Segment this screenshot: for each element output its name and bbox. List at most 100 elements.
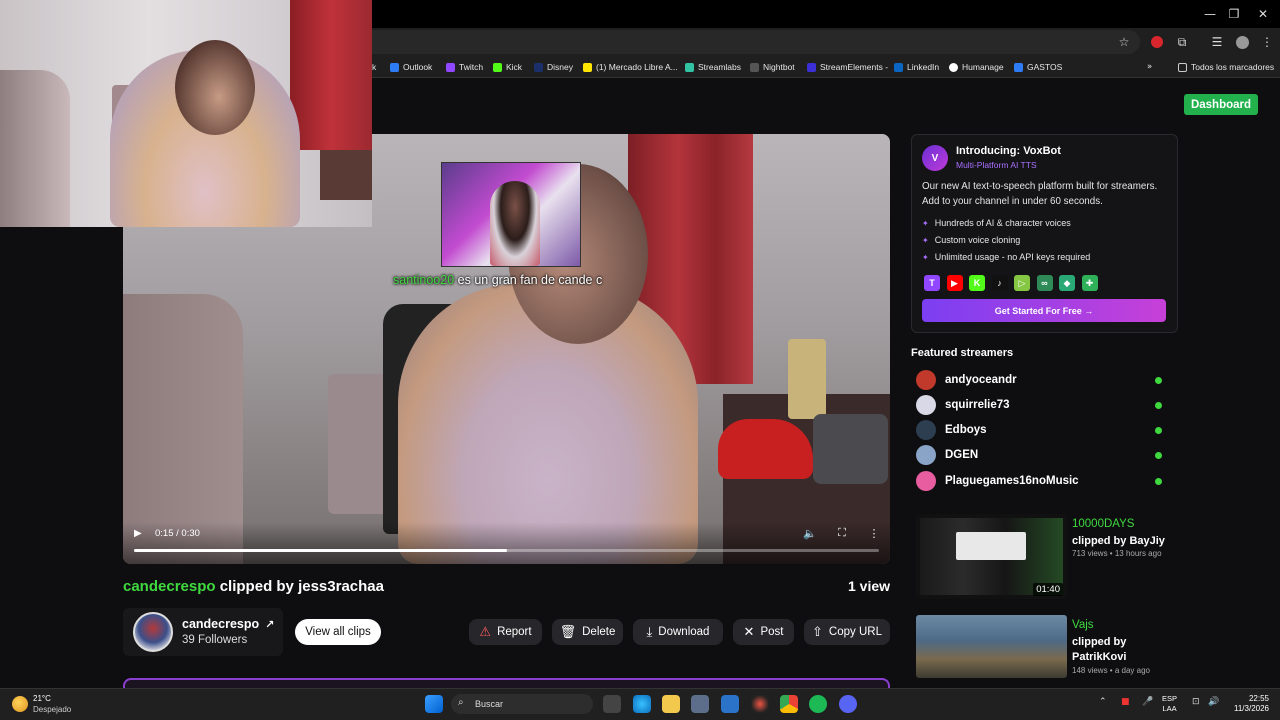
avatar: [916, 370, 936, 390]
all-bookmarks[interactable]: Todos los marcadores: [1178, 60, 1274, 74]
video-controls: [123, 522, 890, 564]
task-view-icon[interactable]: [603, 695, 621, 713]
address-bar[interactable]: [300, 30, 1140, 54]
network-icon[interactable]: ⊡: [1192, 697, 1200, 707]
featured-streamer-row[interactable]: Edboys: [916, 420, 1166, 440]
humanage-icon: [949, 62, 958, 72]
taskbar-search[interactable]: ⌕ Buscar: [451, 694, 593, 714]
bookmark-disney[interactable]: Disney: [534, 60, 573, 74]
share-icon: ⇧: [812, 624, 823, 640]
bookmark-twitch[interactable]: Twitch: [446, 60, 483, 74]
nightbot-icon: [750, 62, 759, 72]
delete-button[interactable]: 🗑 Delete: [552, 619, 623, 645]
featured-streamer-row[interactable]: Plaguegames16noMusic: [916, 471, 1166, 491]
avatar[interactable]: [133, 612, 173, 652]
windows-start-icon[interactable]: [425, 695, 443, 713]
microphone-icon[interactable]: 🎤: [1142, 697, 1153, 707]
related-clip-thumbnail[interactable]: 01:40: [916, 514, 1067, 599]
streamer-name[interactable]: DGEN: [945, 449, 1155, 461]
profile-avatar-icon[interactable]: [1233, 33, 1251, 51]
streamer-name[interactable]: Edboys: [945, 424, 1155, 436]
featured-streamers-heading: Featured streamers: [911, 347, 1014, 359]
kick-icon: [493, 62, 502, 72]
promo-feature: ✦ Custom voice cloning: [922, 235, 1021, 245]
rumble-icon: ▷: [1014, 275, 1030, 291]
link-icon: ∞: [1036, 275, 1053, 291]
get-started-button[interactable]: Get Started For Free →: [922, 299, 1166, 322]
video-more-icon[interactable]: ⋮: [867, 526, 881, 540]
related-clip-meta: 148 views • a day ago: [1072, 666, 1150, 675]
bookmark-streamlabs[interactable]: Streamlabs: [685, 60, 741, 74]
streamlabs-icon: [685, 62, 694, 72]
dashboard-button[interactable]: Dashboard: [1184, 94, 1258, 115]
bookmark-mercadolibre[interactable]: (1) Mercado Libre A...: [583, 60, 678, 74]
volume-tray-icon[interactable]: 🔊: [1208, 697, 1219, 707]
twitch-icon: [446, 62, 455, 72]
video-progress-bar[interactable]: [134, 549, 879, 552]
bookmark-outlook[interactable]: Outlook: [390, 60, 432, 74]
clip-clipped-by: clipped by jess3rachaa: [219, 578, 384, 595]
streamer-name[interactable]: Plaguegames16noMusic: [945, 475, 1155, 487]
chrome-icon[interactable]: [780, 695, 798, 713]
related-clip-clipper: clipped by BayJiy: [1072, 535, 1165, 547]
edge-icon[interactable]: [633, 695, 651, 713]
calculator-icon[interactable]: [691, 695, 709, 713]
more-vertical-icon[interactable]: ⋮: [1258, 33, 1276, 51]
bookmark-linkedin[interactable]: LinkedIn: [894, 60, 939, 74]
download-button[interactable]: ⤓ Download: [633, 619, 723, 645]
play-icon[interactable]: ▶: [134, 528, 146, 540]
file-explorer-icon[interactable]: [662, 695, 680, 713]
featured-streamer-row[interactable]: squirrelie73: [916, 395, 1166, 415]
streamer-name[interactable]: squirrelie73: [945, 399, 1155, 411]
spotify-icon[interactable]: [809, 695, 827, 713]
live-status-icon: [1155, 477, 1162, 485]
volume-icon[interactable]: 🔈: [803, 526, 817, 540]
disney-icon: [534, 62, 543, 72]
more-bookmarks-icon[interactable]: »: [1147, 60, 1152, 74]
video-time: 0:15 / 0:30: [155, 528, 200, 539]
streamer-name[interactable]: andyoceandr: [945, 374, 1155, 386]
copy-url-button[interactable]: ⇧ Copy URL: [804, 619, 890, 645]
menu-list-icon[interactable]: ☰: [1208, 33, 1226, 51]
bookmark-nightbot[interactable]: Nightbot: [750, 60, 795, 74]
promo-feature: ✦ Unlimited usage - no API keys required: [922, 252, 1091, 262]
promo-feature: ✦ Hundreds of AI & character voices: [922, 218, 1071, 228]
folder-icon: [1178, 62, 1187, 72]
star-icon[interactable]: ☆: [1115, 33, 1133, 51]
view-all-clips-button[interactable]: View all clips: [295, 619, 381, 645]
related-clip-thumbnail[interactable]: [916, 615, 1067, 678]
clip-streamer-link[interactable]: candecrespo: [123, 578, 216, 595]
snipping-tool-icon[interactable]: [721, 695, 739, 713]
discord-icon[interactable]: [839, 695, 857, 713]
linkedin-icon: [894, 62, 903, 72]
fullscreen-icon[interactable]: ⛶: [835, 526, 849, 540]
extension-red-icon[interactable]: [1148, 33, 1166, 51]
tray-overflow-icon[interactable]: ⌃: [1099, 697, 1107, 707]
avatar: [916, 471, 936, 491]
related-clip-streamer[interactable]: Vajs: [1072, 619, 1094, 631]
system-clock[interactable]: 22:55 11/3/2026: [1225, 694, 1269, 714]
featured-streamer-row[interactable]: DGEN: [916, 445, 1166, 465]
related-clip-streamer[interactable]: 10000DAYS: [1072, 518, 1134, 530]
trash-icon: 🗑: [559, 624, 577, 640]
bookmark-streamelements[interactable]: StreamElements -: [807, 60, 888, 74]
tray-app-icon[interactable]: ■: [1121, 697, 1130, 707]
extensions-icon[interactable]: ⧉: [1173, 33, 1191, 51]
language-indicator[interactable]: ESP LAA: [1162, 694, 1177, 714]
bookmark-humanage[interactable]: Humanage: [949, 60, 1004, 74]
weather-temperature: 21°C: [33, 694, 51, 703]
avatar: [916, 445, 936, 465]
report-button[interactable]: ⚠ Report: [469, 619, 542, 645]
close-icon[interactable]: ✕: [1246, 0, 1280, 28]
bookmark-item[interactable]: k: [372, 60, 376, 74]
clip-title: candecrespo clipped by jess3rachaa: [123, 578, 384, 595]
post-button[interactable]: ✕ Post: [733, 619, 794, 645]
external-link-icon: ↗: [265, 617, 275, 631]
weather-moon-icon[interactable]: [12, 696, 28, 712]
follower-count: 39 Followers: [182, 634, 248, 646]
bookmark-kick[interactable]: Kick: [493, 60, 522, 74]
obs-icon[interactable]: [751, 695, 769, 713]
featured-streamer-row[interactable]: andyoceandr: [916, 370, 1166, 390]
channel-name[interactable]: candecrespo ↗: [182, 617, 274, 631]
bookmark-gastos[interactable]: GASTOS: [1014, 60, 1062, 74]
